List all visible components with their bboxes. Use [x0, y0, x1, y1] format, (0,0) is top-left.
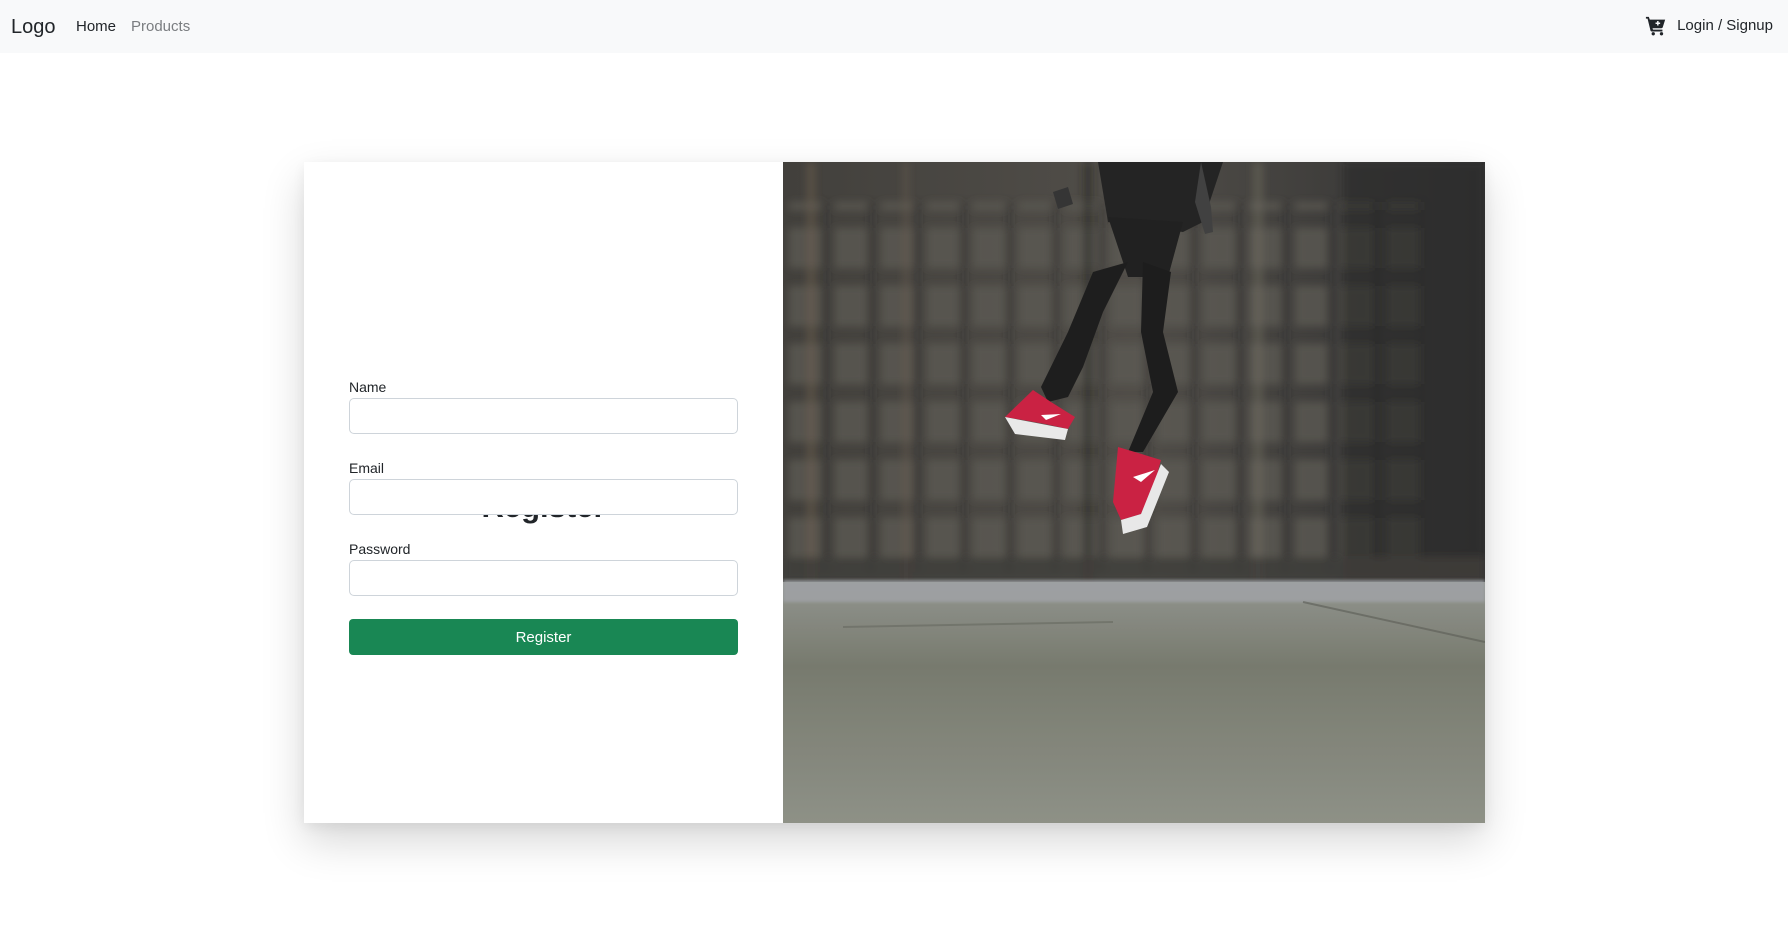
- register-button[interactable]: Register: [349, 619, 738, 655]
- nav-home-link[interactable]: Home: [76, 17, 116, 37]
- name-label: Name: [349, 379, 387, 395]
- hero-image: [783, 162, 1485, 823]
- register-form: Register Name Email Password Register: [304, 162, 783, 823]
- nav-right-group: Login / Signup: [1645, 14, 1773, 38]
- name-input[interactable]: [349, 398, 738, 434]
- email-input[interactable]: [349, 479, 738, 515]
- hero-photo: [783, 162, 1485, 823]
- nav-products-link[interactable]: Products: [131, 17, 190, 37]
- top-navbar: Logo Home Products Login / Signup: [0, 0, 1788, 53]
- password-input[interactable]: [349, 560, 738, 596]
- cart-icon[interactable]: [1645, 15, 1667, 37]
- email-label: Email: [349, 460, 385, 476]
- login-signup-link[interactable]: Login / Signup: [1677, 14, 1773, 38]
- brand-logo[interactable]: Logo: [11, 13, 56, 41]
- password-label: Password: [349, 541, 411, 557]
- register-card: Register Name Email Password Register: [304, 162, 1485, 823]
